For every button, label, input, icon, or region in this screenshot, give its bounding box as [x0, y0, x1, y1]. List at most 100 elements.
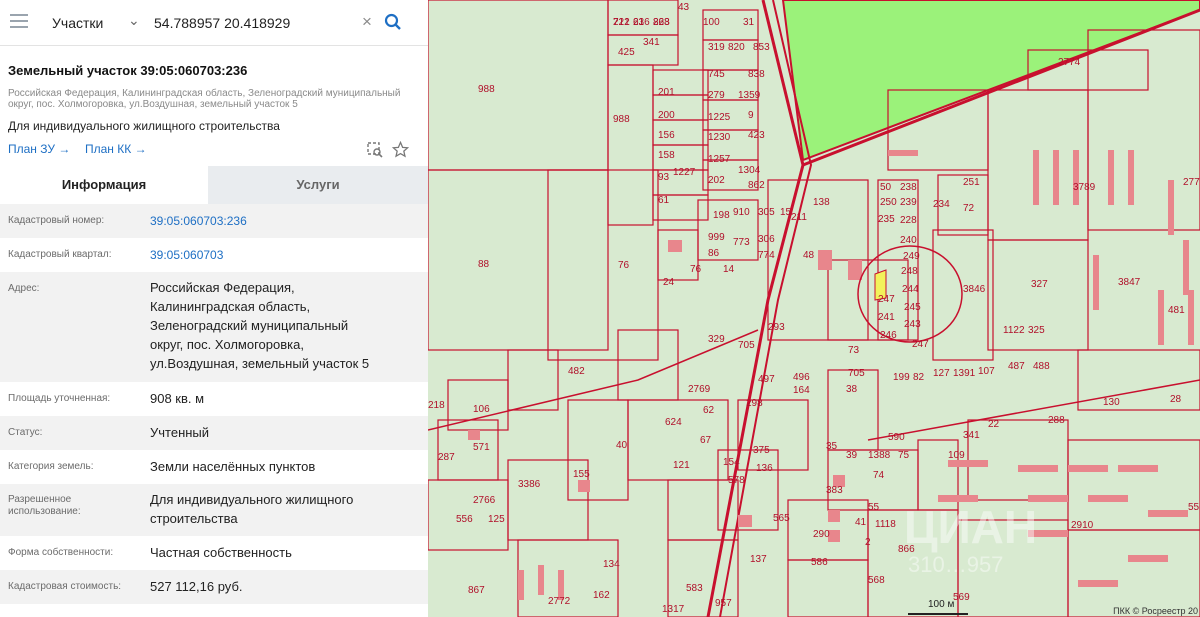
- parcel-number-label: 55: [1188, 502, 1200, 513]
- parcel-number-label: 164: [793, 385, 810, 396]
- parcel-number-label: 1388: [868, 450, 891, 461]
- cadastral-number-link[interactable]: 39:05:060703:236: [150, 212, 410, 231]
- parcel-number-label: 238: [900, 182, 917, 193]
- parcel-number-label: 820: [728, 42, 745, 53]
- parcel-number-label: 228: [900, 215, 917, 226]
- cadastral-cost-value: 527 112,16 руб.: [150, 579, 243, 594]
- parcel-number-label: 1304: [738, 165, 761, 176]
- tabs: Информация Услуги: [0, 166, 428, 204]
- parcel-number-label: 240: [900, 235, 917, 246]
- parcel-number-label: 341: [963, 430, 980, 441]
- parcel-number-label: 999: [708, 232, 725, 243]
- parcel-number-label: 288: [1048, 415, 1065, 426]
- parcel-number-label: 1227: [673, 167, 696, 178]
- watermark: ЦИАН: [904, 501, 1038, 553]
- parcel-number-label: 329: [708, 334, 725, 345]
- parcel-number-label: 1359: [738, 90, 761, 101]
- parcel-number-label: 1257: [708, 154, 731, 165]
- plan-zu-link[interactable]: План ЗУ →: [8, 142, 70, 156]
- parcel-number-label: 43: [678, 2, 690, 13]
- parcel-number-label: 67: [700, 435, 712, 446]
- parcel-number-label: 73: [848, 345, 860, 356]
- parcel-number-label: 234: [933, 199, 950, 210]
- parcel-number-label: 423: [748, 130, 765, 141]
- parcel-number-label: 279: [708, 90, 725, 101]
- parcel-number-label: 88: [478, 259, 490, 270]
- parcel-number-label: 705: [738, 340, 755, 351]
- parcel-number-label: 319: [708, 42, 725, 53]
- parcel-number-label: 383: [826, 485, 843, 496]
- zoom-to-icon[interactable]: [366, 141, 384, 164]
- search-icon[interactable]: [384, 13, 402, 36]
- parcel-number-label: 15: [780, 207, 792, 218]
- parcel-number-label: 488: [1033, 361, 1050, 372]
- row-ownership: Форма собственности: Частная собственнос…: [0, 536, 428, 570]
- parcel-number-label: 862: [748, 180, 765, 191]
- parcel-number-label: 325: [1028, 325, 1045, 336]
- tab-services[interactable]: Услуги: [208, 166, 428, 204]
- parcel-number-label: 290: [813, 529, 830, 540]
- parcel-number-label: 74: [873, 470, 885, 481]
- parcel-number-label: 1317: [662, 604, 685, 615]
- parcel-number-label: 988: [613, 114, 630, 125]
- parcel-number-label: 243: [904, 319, 921, 330]
- cadastral-map[interactable]: 712 216 223 43 100 31 425 341 319 820 853 745 838 988…: [428, 0, 1200, 617]
- parcel-number-label: 2: [865, 537, 871, 548]
- row-label: Статус:: [8, 427, 43, 438]
- permitted-use-value: Для индивидуального жилищного строительс…: [150, 492, 354, 526]
- parcel-address-short: Российская Федерация, Калининградская об…: [8, 88, 401, 110]
- tab-info[interactable]: Информация: [0, 166, 208, 204]
- parcel-number-label: 221: [613, 17, 630, 28]
- layer-select[interactable]: Участки: [52, 15, 103, 31]
- parcel-number-label: 201: [658, 87, 675, 98]
- parcel-number-label: 198: [713, 210, 730, 221]
- menu-icon[interactable]: [10, 14, 28, 30]
- parcel-number-label: 838: [748, 69, 765, 80]
- coordinates-input[interactable]: [148, 10, 370, 36]
- parcel-number-label: 1391: [953, 368, 976, 379]
- parcel-number-label: 482: [568, 366, 585, 377]
- row-label: Кадастровый номер:: [8, 215, 105, 226]
- parcel-number-label: 3789: [1073, 182, 1096, 193]
- parcel-number-label: 241: [878, 312, 895, 323]
- search-bar: Участки ⌄ ×: [0, 0, 428, 46]
- parcel-number-label: 249: [903, 251, 920, 262]
- parcel-number-label: 211: [791, 212, 807, 223]
- parcel-number-label: 248: [901, 266, 918, 277]
- parcel-number-label: 250: [880, 197, 897, 208]
- scale-label: 100 м: [928, 599, 955, 610]
- parcel-number-label: 14: [723, 264, 735, 275]
- parcel-number-label: 82: [913, 372, 925, 383]
- parcel-number-label: 109: [948, 450, 965, 461]
- cadastral-quarter-link[interactable]: 39:05:060703: [150, 246, 410, 265]
- parcel-number-label: 199: [893, 372, 910, 383]
- close-icon[interactable]: ×: [362, 12, 372, 32]
- parcel-number-label: 86: [708, 248, 720, 259]
- chevron-down-icon[interactable]: ⌄: [128, 12, 140, 29]
- parcel-number-label: 586: [811, 557, 828, 568]
- row-label: Кадастровая стоимость:: [8, 581, 122, 592]
- parcel-number-label: 957: [715, 598, 732, 609]
- row-label: Категория земель:: [8, 461, 94, 472]
- star-icon[interactable]: [391, 140, 410, 163]
- parcel-number-label: 162: [593, 590, 610, 601]
- parcel-number-label: 496: [793, 372, 810, 383]
- parcel-use: Для индивидуального жилищного строительс…: [8, 119, 280, 133]
- parcel-number-label: 375: [753, 445, 770, 456]
- parcel-number-label: 1225: [708, 112, 731, 123]
- parcel-number-label: 247: [912, 339, 929, 350]
- parcel-number-label: 590: [888, 432, 905, 443]
- parcel-number-label: 2766: [473, 495, 496, 506]
- parcel-number-label: 3846: [963, 284, 986, 295]
- parcel-number-label: 497: [758, 374, 775, 385]
- parcel-number-label: 298: [746, 398, 763, 409]
- parcel-number-label: 76: [690, 264, 702, 275]
- parcel-number-label: 3847: [1118, 277, 1141, 288]
- info-panel: Участки ⌄ × Земельный участок 39:05:0607…: [0, 0, 428, 617]
- plan-kk-link[interactable]: План КК →: [85, 142, 147, 156]
- parcel-number-label: 1122: [1003, 325, 1025, 336]
- parcel-number-label: 239: [900, 197, 917, 208]
- parcel-number-label: 9: [748, 110, 754, 121]
- parcel-number-label: 134: [603, 559, 620, 570]
- row-area: Площадь уточненная: 908 кв. м: [0, 382, 428, 416]
